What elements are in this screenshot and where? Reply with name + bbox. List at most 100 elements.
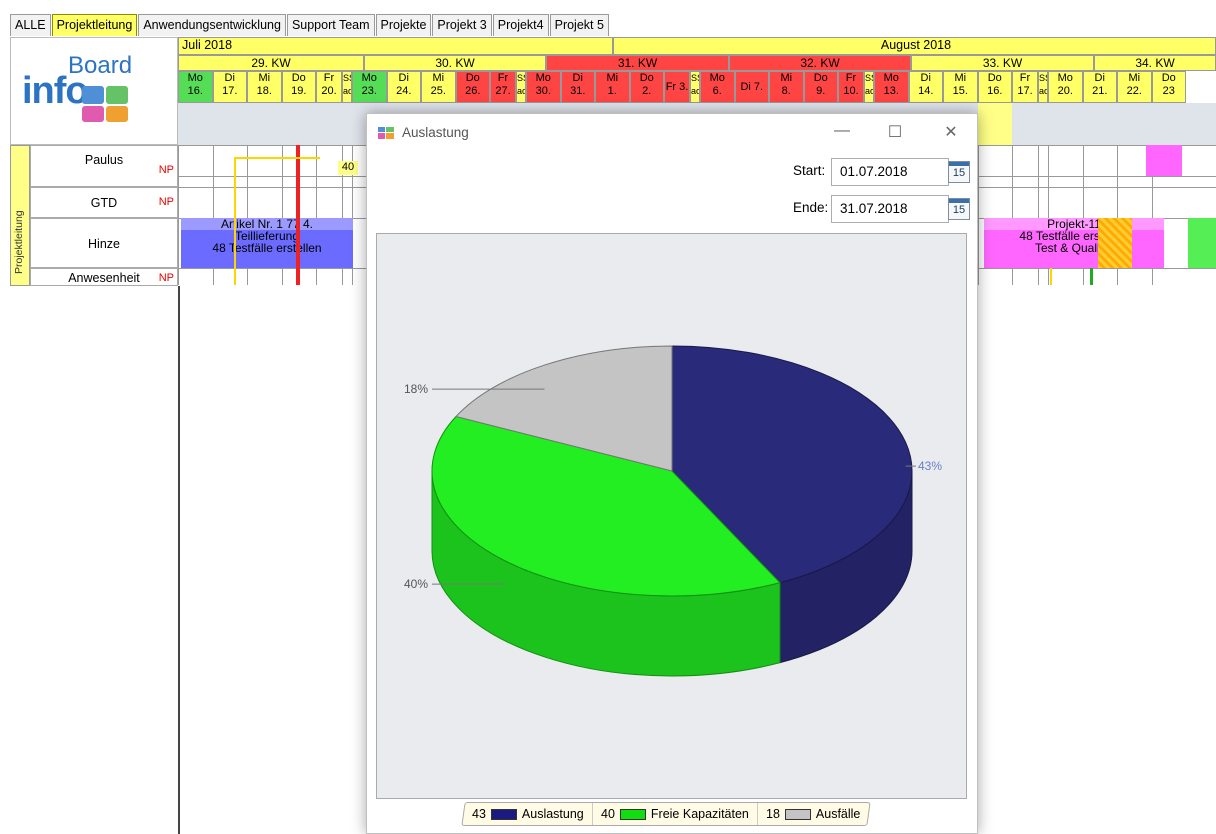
tab-anwendungsentwicklung[interactable]: Anwendungsentwicklung bbox=[138, 14, 286, 36]
day-header: Do 26. bbox=[455, 71, 490, 103]
pie-chart: 43% 40% 18% bbox=[404, 345, 942, 677]
task-bar-projekt-11[interactable]: Projekt-11 48 Testfälle erstellen Test & Q… bbox=[984, 218, 1164, 268]
np-marker: NP bbox=[158, 196, 174, 208]
tab-projekt-3[interactable]: Projekt 3 bbox=[432, 14, 492, 36]
tab-bar: ALLE Projektleitung Anwendungsentwicklung S… bbox=[10, 14, 610, 36]
bar-line: Test & Qualität bbox=[1034, 241, 1114, 255]
start-calendar-icon[interactable]: 15 bbox=[948, 161, 970, 183]
day-header: Fr 20. bbox=[316, 71, 342, 103]
chart-legend: 43 Auslastung 40 Freie Kapazitäten 18 Ausfäll… bbox=[461, 802, 871, 826]
close-button[interactable]: ✕ bbox=[936, 122, 966, 142]
task-bar-green[interactable] bbox=[1188, 218, 1216, 268]
tab-alle[interactable]: ALLE bbox=[10, 14, 51, 36]
row-name-label: Paulus bbox=[84, 153, 124, 167]
legend-label: Ausfälle bbox=[815, 807, 861, 821]
connector-line bbox=[1090, 268, 1093, 285]
day-header: Do 9. bbox=[803, 71, 838, 103]
dialog-title: Auslastung bbox=[402, 125, 469, 140]
np-marker: NP bbox=[158, 272, 174, 284]
legend-count: 43 bbox=[472, 807, 486, 821]
legend-item-ausfälle: 18 Ausfälle bbox=[758, 803, 868, 825]
month-header: Juli 2018 bbox=[178, 37, 613, 55]
tab-projekt-5[interactable]: Projekt 5 bbox=[549, 14, 609, 36]
hatched-absence bbox=[1098, 218, 1132, 268]
day-header: SS ao bbox=[1038, 71, 1048, 103]
day-header: Di 17. bbox=[212, 71, 247, 103]
connector-line bbox=[234, 157, 236, 285]
app-icon bbox=[378, 127, 394, 139]
paulus-marker[interactable]: 40 bbox=[338, 161, 358, 175]
legend-item-freie-kapazitäten: 40 Freie Kapazitäten bbox=[592, 803, 758, 825]
day-header: Do 23 bbox=[1151, 71, 1186, 103]
day-header: Mi 1. bbox=[595, 71, 630, 103]
day-header: Mi 22. bbox=[1117, 71, 1152, 103]
maximize-button[interactable]: ☐ bbox=[880, 122, 910, 142]
logo-info-text: info bbox=[22, 70, 89, 112]
group-band: Projektleitung bbox=[10, 145, 30, 286]
week-header: 32. KW bbox=[729, 55, 911, 71]
row-name-label: GTD bbox=[90, 196, 118, 210]
day-header: SS ao bbox=[864, 71, 874, 103]
connector-line bbox=[234, 157, 320, 159]
day-header: Mo 20. bbox=[1048, 71, 1083, 103]
day-header: Mo 13. bbox=[874, 71, 909, 103]
day-header: Fr 17. bbox=[1012, 71, 1038, 103]
tab-projekt4[interactable]: Projekt4 bbox=[492, 14, 549, 36]
day-header: Mo 6. bbox=[700, 71, 735, 103]
day-header: Do 19. bbox=[281, 71, 316, 103]
tab-support-team[interactable]: Support Team bbox=[286, 14, 375, 36]
bar-line: 48 Testfälle erstellen bbox=[212, 241, 322, 255]
row-name-label: Hinze bbox=[88, 237, 120, 251]
day-header: Mo 16. bbox=[178, 71, 213, 103]
row-paulus[interactable]: Paulus NP bbox=[30, 145, 178, 187]
row-hinze[interactable]: Hinze bbox=[30, 218, 178, 268]
start-label: Start: bbox=[793, 163, 826, 178]
day-header: Do 16. bbox=[977, 71, 1012, 103]
minimize-button[interactable]: — bbox=[827, 122, 857, 140]
day-header: Di 7. bbox=[734, 71, 769, 103]
infoboard-logo: Board info bbox=[22, 52, 172, 132]
row-anwesenheit[interactable]: Anwesenheit NP bbox=[30, 268, 178, 286]
day-header: Di 31. bbox=[560, 71, 595, 103]
np-marker: NP bbox=[158, 164, 174, 176]
week-header: 30. KW bbox=[364, 55, 546, 71]
row-gtd[interactable]: GTD NP bbox=[30, 187, 178, 218]
day-header: Di 14. bbox=[908, 71, 943, 103]
today-line bbox=[296, 145, 300, 285]
end-date-field[interactable]: 31.07.2018 bbox=[831, 195, 949, 223]
end-label: Ende: bbox=[793, 200, 829, 215]
task-bar-paulus[interactable] bbox=[1146, 145, 1182, 176]
row-name-label: Anwesenheit bbox=[68, 271, 140, 285]
task-bar-artikel[interactable]: Artikel Nr. 1 77 4. Teillieferung 48 Testf… bbox=[181, 218, 353, 268]
auslastung-dialog: Auslastung — ☐ ✕ Start: 01.07.2018 15 En… bbox=[366, 113, 978, 834]
day-header: Fr 10. bbox=[838, 71, 864, 103]
tab-projekte[interactable]: Projekte bbox=[375, 14, 432, 36]
legend-item-auslastung: 43 Auslastung bbox=[464, 803, 593, 825]
day-header: SS ao bbox=[342, 71, 352, 103]
end-calendar-icon[interactable]: 15 bbox=[948, 198, 970, 220]
day-header: Mi 25. bbox=[421, 71, 456, 103]
pie-chart-area: 43% 40% 18% bbox=[376, 233, 967, 799]
legend-swatch bbox=[490, 808, 517, 820]
legend-count: 40 bbox=[600, 807, 615, 821]
day-header: Mi 15. bbox=[943, 71, 978, 103]
pie-label: 18% bbox=[404, 382, 428, 396]
start-date-field[interactable]: 01.07.2018 bbox=[831, 158, 949, 186]
day-header: SS ao bbox=[516, 71, 526, 103]
legend-label: Auslastung bbox=[521, 807, 584, 821]
day-header: Fr 27. bbox=[490, 71, 516, 103]
month-header: August 2018 bbox=[613, 37, 1216, 55]
day-header: Di 24. bbox=[386, 71, 421, 103]
legend-label: Freie Kapazitäten bbox=[650, 807, 749, 821]
tab-projektleitung[interactable]: Projektleitung bbox=[51, 14, 138, 36]
day-header: Fr 3. bbox=[664, 71, 690, 103]
week-header: 29. KW bbox=[178, 55, 364, 71]
day-header: Mo 30. bbox=[526, 71, 561, 103]
legend-swatch bbox=[784, 808, 811, 820]
day-header: SS ao bbox=[690, 71, 700, 103]
pie-label: 43% bbox=[918, 459, 942, 473]
day-header: Mi 18. bbox=[247, 71, 282, 103]
today-marker bbox=[978, 103, 1012, 145]
legend-swatch bbox=[619, 808, 646, 820]
week-header: 33. KW bbox=[911, 55, 1094, 71]
